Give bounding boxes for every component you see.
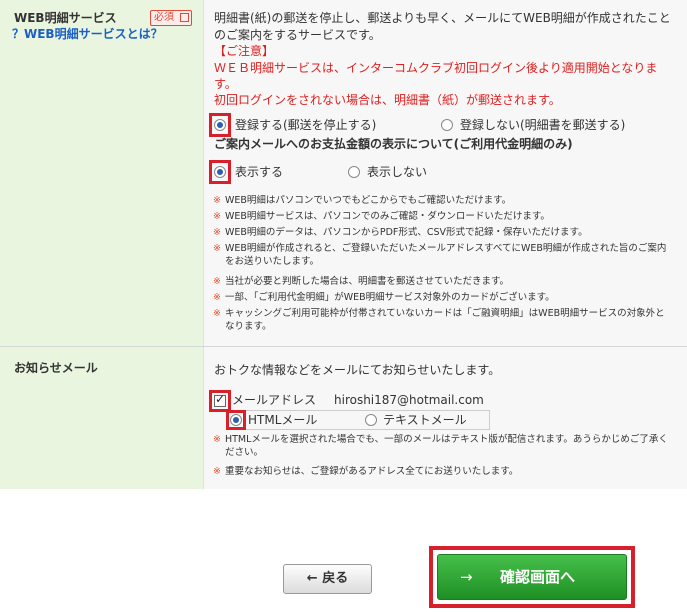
note-mark: ※ bbox=[213, 211, 221, 222]
email-address: hiroshi187@hotmail.com bbox=[334, 393, 484, 407]
web-statement-note: ※ WEB明細サービスは、パソコンでのみご確認・ダウンロードいただけます。 bbox=[213, 210, 675, 223]
back-button[interactable]: ← 戻る bbox=[283, 564, 372, 594]
note-text: HTMLメールを選択された場合でも、一部のメールはテキスト版が配信されます。あう… bbox=[224, 434, 668, 458]
email-checkbox[interactable] bbox=[214, 392, 226, 407]
note-text: 一部、「ご利用代金明細」がWEB明細サービス対象外のカードがございます。 bbox=[224, 292, 555, 303]
confirm-button[interactable]: → 確認画面へ bbox=[437, 554, 627, 600]
html-mail-label[interactable]: HTMLメール bbox=[248, 412, 317, 429]
notice-mail-note: ※ 重要なお知らせは、ご登録があるアドレス全てにお送りいたします。 bbox=[213, 465, 675, 478]
notice-mail-label: お知らせメール bbox=[14, 361, 98, 375]
text-mail-label[interactable]: テキストメール bbox=[383, 412, 467, 429]
note-text: WEB明細が作成されると、ご登録いただいたメールアドレスすべてにWEB明細が作成… bbox=[224, 243, 667, 267]
caution-title: 【ご注意】 bbox=[214, 44, 275, 58]
text-mail-radio[interactable] bbox=[365, 414, 377, 426]
note-text: WEB明細はパソコンでいつでもどこからでもご確認いただけます。 bbox=[224, 195, 512, 206]
note-text: WEB明細のデータは、パソコンからPDF形式、CSV形式で記録・保存いただけます… bbox=[224, 227, 588, 238]
no-register-option-label[interactable]: 登録しない(明細書を郵送する) bbox=[460, 117, 625, 134]
note-mark: ※ bbox=[213, 227, 221, 238]
edit-icon bbox=[180, 13, 189, 22]
web-statement-note: ※ WEB明細が作成されると、ご登録いただいたメールアドレスすべてにWEB明細が作… bbox=[213, 242, 675, 268]
html-mail-radio[interactable] bbox=[230, 414, 242, 426]
note-mark: ※ bbox=[213, 292, 221, 303]
arrow-right-icon: → bbox=[460, 568, 473, 586]
required-badge: 必須 bbox=[150, 10, 192, 26]
note-text: WEB明細サービスは、パソコンでのみご確認・ダウンロードいただけます。 bbox=[224, 211, 550, 222]
no-register-radio[interactable] bbox=[441, 119, 453, 131]
confirm-button-label: 確認画面へ bbox=[500, 568, 576, 586]
caution-line-3: 初回ログインをされない場合は、明細書（紙）が郵送されます。 bbox=[214, 93, 561, 107]
intro-line-1: 明細書(紙)の郵送を停止し、郵送よりも早く、メールにてWEB明細が作成されたこと bbox=[214, 11, 671, 25]
caution-line-1: ＷＥＢ明細サービスは、インターコムクラブ初回ログイン後より適用開始となりま bbox=[214, 61, 658, 75]
amount-display-heading: ご案内メールへのお支払金額の表示について(ご利用代金明細のみ) bbox=[214, 137, 573, 151]
web-statement-label-cell: WEB明細サービス 必須 ？WEB明細サービスとは？ bbox=[0, 0, 203, 346]
web-statement-note: ※ キャッシングご利用可能枠が付帯されていないカードは「ご融資明細」はWEB明細サ… bbox=[213, 307, 675, 333]
web-statement-note: ※ WEB明細はパソコンでいつでもどこからでもご確認いただけます。 bbox=[213, 194, 675, 207]
web-statement-note: ※ WEB明細のデータは、パソコンからPDF形式、CSV形式で記録・保存いただけま… bbox=[213, 226, 675, 239]
hide-amount-radio[interactable] bbox=[348, 166, 360, 178]
hide-amount-label[interactable]: 表示しない bbox=[367, 164, 427, 181]
note-text: 重要なお知らせは、ご登録があるアドレス全てにお送りいたします。 bbox=[224, 466, 519, 477]
register-radio[interactable] bbox=[214, 119, 226, 131]
required-badge-text: 必須 bbox=[154, 12, 174, 23]
note-mark: ※ bbox=[213, 243, 221, 254]
note-text: キャッシングご利用可能枠が付帯されていないカードは「ご融資明細」はWEB明細サー… bbox=[224, 308, 665, 332]
caution-line-2: す。 bbox=[214, 77, 237, 91]
notice-mail-label-cell: お知らせメール bbox=[0, 347, 203, 489]
note-mark: ※ bbox=[213, 434, 221, 445]
notice-mail-intro: おトクな情報などをメールにてお知らせいたします。 bbox=[214, 363, 501, 377]
notice-mail-note: ※ HTMLメールを選択された場合でも、一部のメールはテキスト版が配信されます。あ… bbox=[213, 433, 675, 459]
intro-line-2: のご案内をするサービスです。 bbox=[214, 28, 381, 42]
note-text: 当社が必要と判断した場合は、明細書を郵送させていただきます。 bbox=[224, 276, 510, 287]
note-mark: ※ bbox=[213, 276, 221, 287]
note-mark: ※ bbox=[213, 466, 221, 477]
note-mark: ※ bbox=[213, 195, 221, 206]
note-mark: ※ bbox=[213, 308, 221, 319]
show-amount-label[interactable]: 表示する bbox=[235, 164, 283, 181]
web-statement-label: WEB明細サービス bbox=[14, 11, 117, 25]
email-checkbox-label[interactable]: メールアドレス bbox=[232, 392, 316, 409]
show-amount-radio[interactable] bbox=[214, 166, 226, 178]
web-statement-help-link[interactable]: ？WEB明細サービスとは？ bbox=[12, 25, 163, 42]
web-statement-note: ※ 一部、「ご利用代金明細」がWEB明細サービス対象外のカードがございます。 bbox=[213, 291, 675, 304]
register-option-label[interactable]: 登録する(郵送を停止する) bbox=[235, 117, 376, 134]
web-statement-note: ※ 当社が必要と判断した場合は、明細書を郵送させていただきます。 bbox=[213, 275, 675, 288]
